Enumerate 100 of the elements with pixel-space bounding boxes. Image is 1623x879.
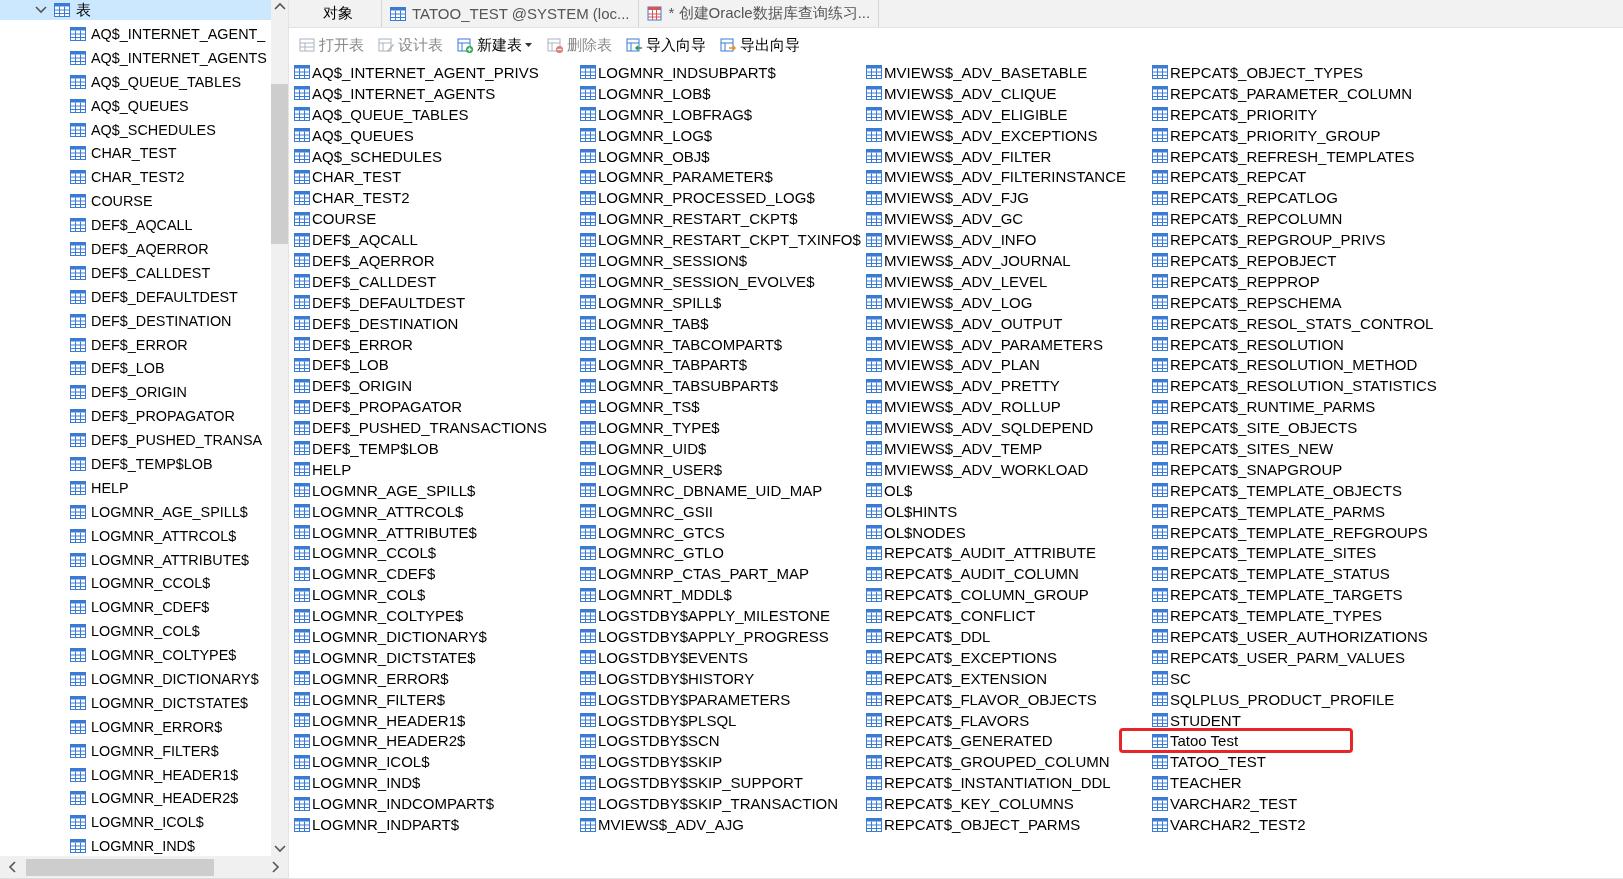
table-item[interactable]: MVIEWS$_ADV_FJG	[866, 187, 1152, 209]
table-item[interactable]: MVIEWS$_ADV_FILTER	[866, 145, 1152, 167]
table-item[interactable]: AQ$_INTERNET_AGENT_PRIVS	[294, 62, 580, 83]
tree-item[interactable]: DEF$_DEFAULTDEST	[0, 284, 271, 309]
tree-item[interactable]: LOGMNR_ICOL$	[0, 810, 271, 835]
table-item[interactable]: AQ$_INTERNET_AGENTS	[294, 82, 580, 104]
table-item[interactable]: REPCAT$_RESOLUTION_STATISTICS	[1152, 375, 1438, 397]
table-item[interactable]: REPCAT$_REPCOLUMN	[1152, 208, 1438, 230]
tree-item[interactable]: LOGMNR_COLTYPE$	[0, 643, 271, 668]
table-item[interactable]: MVIEWS$_ADV_FILTERINSTANCE	[866, 166, 1152, 188]
table-item[interactable]: REPCAT$_REPGROUP_PRIVS	[1152, 229, 1438, 250]
table-item[interactable]: DEF$_AQCALL	[294, 229, 580, 250]
table-item[interactable]: MVIEWS$_ADV_AJG	[580, 814, 866, 835]
table-item[interactable]: DEF$_ERROR	[294, 333, 580, 355]
table-item[interactable]: VARCHAR2_TEST	[1152, 793, 1438, 815]
table-item[interactable]: REPCAT$_USER_PARM_VALUES	[1152, 646, 1438, 668]
table-item[interactable]: REPCAT$_REFRESH_TEMPLATES	[1152, 145, 1438, 167]
vertical-scrollbar[interactable]	[271, 0, 288, 856]
table-item[interactable]: HELP	[294, 458, 580, 480]
table-item[interactable]: LOGMNR_INDCOMPART$	[294, 793, 580, 815]
table-item[interactable]: REPCAT$_PARAMETER_COLUMN	[1152, 82, 1438, 104]
tree-item[interactable]: LOGMNR_CCOL$	[0, 571, 271, 596]
table-item[interactable]: LOGMNR_HEADER2$	[294, 730, 580, 752]
table-item[interactable]: REPCAT$_FLAVORS	[866, 709, 1152, 731]
table-item[interactable]: REPCAT$_RESOL_STATS_CONTROL	[1152, 312, 1438, 334]
table-item[interactable]: REPCAT$_REPOBJECT	[1152, 250, 1438, 271]
tree-item[interactable]: DEF$_ERROR	[0, 332, 271, 357]
tree-item[interactable]: DEF$_TEMP$LOB	[0, 452, 271, 476]
toolbar-button[interactable]: 导入向导	[624, 33, 708, 57]
table-item[interactable]: DEF$_CALLDEST	[294, 270, 580, 292]
table-item[interactable]: DEF$_TEMP$LOB	[294, 438, 580, 459]
tree-item[interactable]: DEF$_ORIGIN	[0, 380, 271, 405]
table-item[interactable]: REPCAT$_AUDIT_COLUMN	[866, 563, 1152, 585]
table-item[interactable]: MVIEWS$_ADV_BASETABLE	[866, 62, 1152, 83]
tree-item[interactable]: LOGMNR_FILTER$	[0, 738, 271, 763]
table-item[interactable]: Tatoo Test	[1119, 728, 1353, 754]
table-item[interactable]: REPCAT$_REPPROP	[1152, 270, 1438, 292]
table-item[interactable]: LOGMNR_ICOL$	[294, 751, 580, 773]
table-item[interactable]: LOGMNR_ATTRCOL$	[294, 500, 580, 522]
table-item[interactable]: MVIEWS$_ADV_LOG	[866, 291, 1152, 313]
table-item[interactable]: LOGMNR_PROCESSED_LOG$	[580, 187, 866, 209]
table-item[interactable]: REPCAT$_DDL	[866, 626, 1152, 647]
table-item[interactable]: MVIEWS$_ADV_PARAMETERS	[866, 333, 1152, 355]
table-item[interactable]: LOGMNR_ATTRIBUTE$	[294, 521, 580, 543]
table-item[interactable]: MVIEWS$_ADV_LEVEL	[866, 270, 1152, 292]
tree-item[interactable]: DEF$_AQCALL	[0, 213, 271, 237]
table-item[interactable]: REPCAT$_EXTENSION	[866, 667, 1152, 689]
table-item[interactable]: REPCAT$_REPCATLOG	[1152, 187, 1438, 209]
table-item[interactable]: OL$HINTS	[866, 500, 1152, 522]
tree-item[interactable]: LOGMNR_HEADER1$	[0, 762, 271, 787]
table-item[interactable]: REPCAT$_USER_AUTHORIZATIONS	[1152, 626, 1438, 647]
table-item[interactable]: REPCAT$_TEMPLATE_STATUS	[1152, 563, 1438, 585]
table-item[interactable]: REPCAT$_AUDIT_ATTRIBUTE	[866, 542, 1152, 564]
table-item[interactable]: LOGMNR_CCOL$	[294, 542, 580, 564]
scroll-thumb[interactable]	[271, 84, 288, 244]
dropdown-icon[interactable]	[525, 42, 533, 48]
table-item[interactable]: LOGMNR_LOG$	[580, 124, 866, 146]
tree-item[interactable]: HELP	[0, 475, 271, 500]
table-item[interactable]: LOGMNR_TS$	[580, 396, 866, 418]
table-item[interactable]: REPCAT$_GROUPED_COLUMN	[866, 751, 1152, 773]
table-item[interactable]: LOGMNR_USER$	[580, 458, 866, 480]
table-item[interactable]: REPCAT$_FLAVOR_OBJECTS	[866, 688, 1152, 710]
table-item[interactable]: LOGSTDBY$SKIP_TRANSACTION	[580, 793, 866, 815]
table-item[interactable]: LOGSTDBY$SCN	[580, 730, 866, 752]
tree-item[interactable]: DEF$_AQERROR	[0, 237, 271, 261]
table-item[interactable]: LOGMNR_CDEF$	[294, 563, 580, 585]
tree-item[interactable]: AQ$_QUEUES	[0, 93, 271, 118]
table-item[interactable]: LOGMNR_LOBFRAG$	[580, 103, 866, 125]
table-item[interactable]: LOGMNR_RESTART_CKPT$	[580, 208, 866, 230]
table-item[interactable]: COURSE	[294, 208, 580, 230]
table-item[interactable]: REPCAT$_TEMPLATE_OBJECTS	[1152, 479, 1438, 501]
table-item[interactable]: REPCAT$_SITES_NEW	[1152, 438, 1438, 459]
toolbar-button[interactable]: 新建表	[455, 33, 535, 57]
table-item[interactable]: REPCAT$_PRIORITY_GROUP	[1152, 124, 1438, 146]
table-item[interactable]: MVIEWS$_ADV_SQLDEPEND	[866, 417, 1152, 439]
table-item[interactable]: LOGSTDBY$APPLY_PROGRESS	[580, 626, 866, 647]
horizontal-scrollbar[interactable]	[0, 856, 288, 879]
table-item[interactable]: MVIEWS$_ADV_TEMP	[866, 438, 1152, 459]
table-item[interactable]: LOGMNR_IND$	[294, 772, 580, 794]
table-item[interactable]: CHAR_TEST2	[294, 187, 580, 209]
tree-item[interactable]: CHAR_TEST2	[0, 165, 271, 190]
table-item[interactable]: REPCAT$_CONFLICT	[866, 605, 1152, 627]
table-item[interactable]: DEF$_DEFAULTDEST	[294, 291, 580, 313]
table-item[interactable]: REPCAT$_COLUMN_GROUP	[866, 584, 1152, 606]
table-item[interactable]: MVIEWS$_ADV_PLAN	[866, 354, 1152, 376]
table-item[interactable]: LOGMNR_RESTART_CKPT_TXINFO$	[580, 229, 866, 250]
table-item[interactable]: LOGMNR_SESSION_EVOLVE$	[580, 270, 866, 292]
table-item[interactable]: SC	[1152, 667, 1438, 689]
tree-item[interactable]: DEF$_LOB	[0, 356, 271, 381]
table-item[interactable]: REPCAT$_OBJECT_TYPES	[1152, 62, 1438, 83]
tree-item[interactable]: CHAR_TEST	[0, 141, 271, 166]
table-item[interactable]: TEACHER	[1152, 772, 1438, 794]
tree-item[interactable]: LOGMNR_COL$	[0, 619, 271, 644]
table-item[interactable]: LOGMNR_AGE_SPILL$	[294, 479, 580, 501]
tree-item[interactable]: LOGMNR_CDEF$	[0, 595, 271, 620]
table-item[interactable]: REPCAT$_TEMPLATE_TARGETS	[1152, 584, 1438, 606]
table-item[interactable]: REPCAT$_REPCAT	[1152, 166, 1438, 188]
table-item[interactable]: LOGMNR_INDSUBPART$	[580, 62, 866, 83]
table-item[interactable]: LOGMNRC_GTCS	[580, 521, 866, 543]
table-item[interactable]: REPCAT$_TEMPLATE_REFGROUPS	[1152, 521, 1438, 543]
